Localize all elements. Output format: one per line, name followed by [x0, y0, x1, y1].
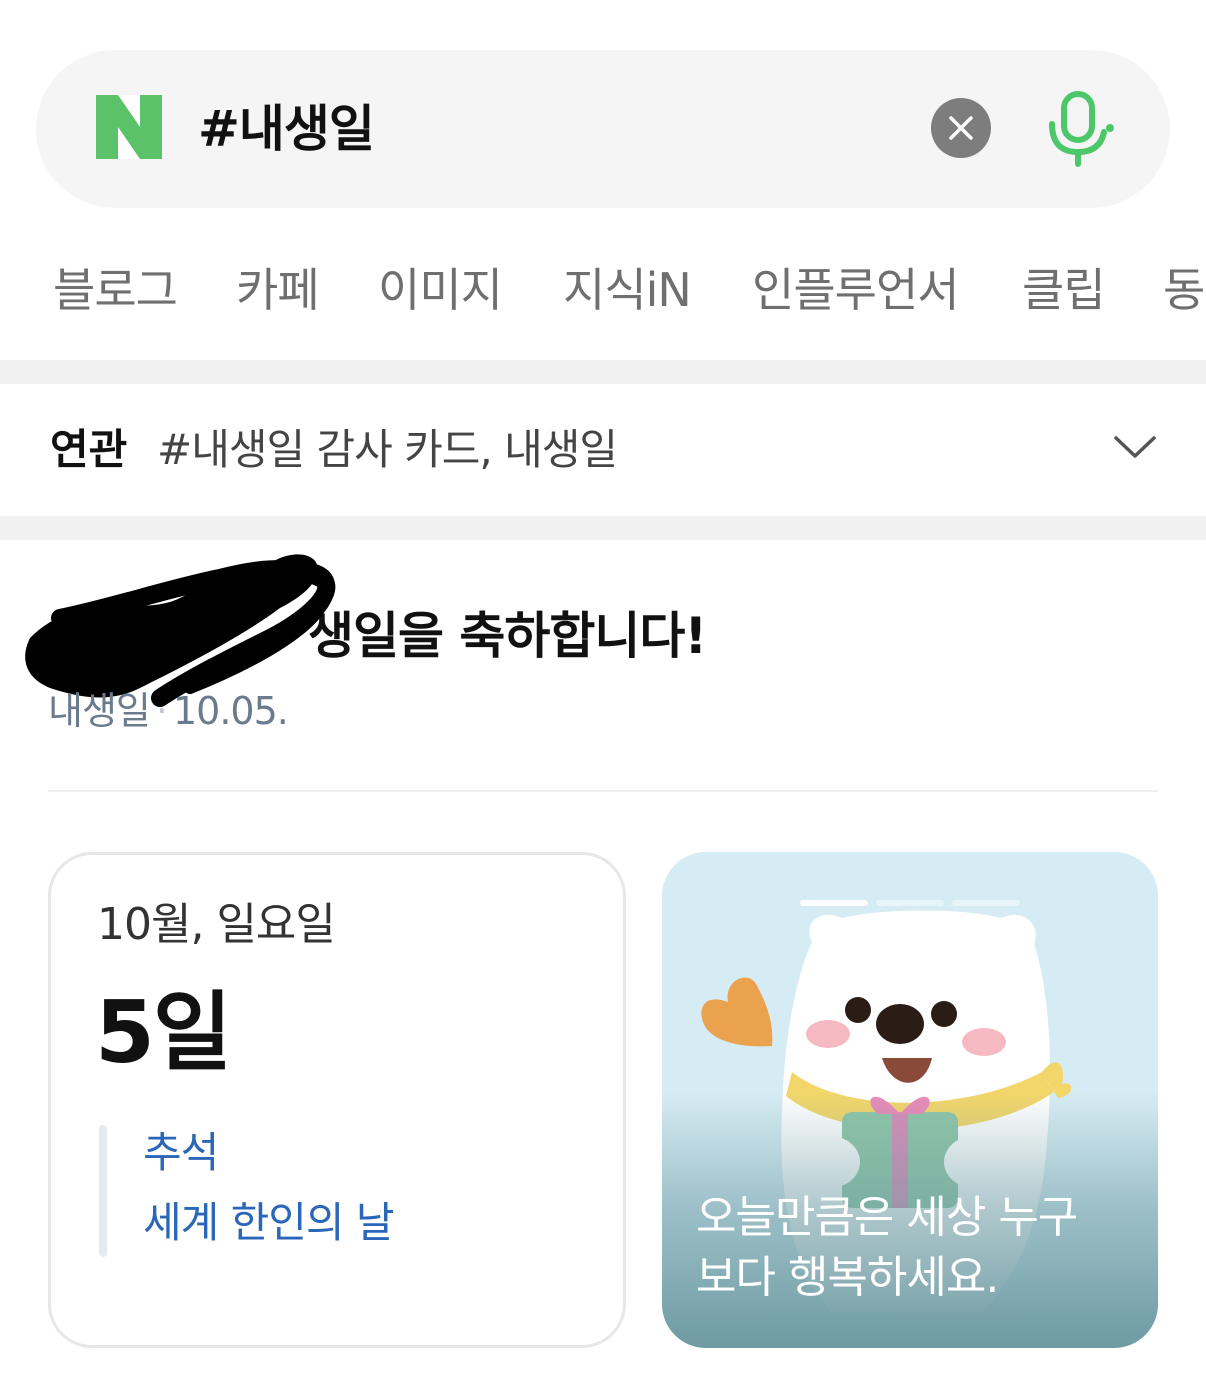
close-icon [949, 116, 973, 140]
search-query[interactable]: #내생일 [198, 94, 375, 164]
slide-indicator [876, 900, 944, 906]
slide-indicator-active [800, 900, 868, 906]
calendar-card[interactable]: 10월, 일요일 5일 추석 세계 한인의 날 [48, 852, 626, 1348]
divider [48, 790, 1158, 792]
birthday-photo-card[interactable]: 오늘만큼은 세상 누구 보다 행복하세요. [662, 852, 1158, 1348]
redaction-scribble [25, 554, 336, 707]
caption-line-1: 오늘만큼은 세상 누구 [696, 1192, 1078, 1243]
clear-search-button[interactable] [931, 98, 991, 158]
tab-kin[interactable]: 지식iN [563, 250, 692, 330]
category-tabs: 블로그 카페 이미지 지식iN 인플루언서 클립 동 [0, 250, 1206, 330]
slide-indicators [800, 900, 1020, 906]
microphone-icon[interactable] [1040, 88, 1116, 168]
section-divider [0, 516, 1206, 540]
tab-video[interactable]: 동 [1163, 250, 1205, 330]
event-bar [99, 1125, 107, 1257]
greeting-meta: 내생일 · 10.05. [48, 689, 289, 733]
tab-blog[interactable]: 블로그 [53, 250, 178, 330]
related-keywords[interactable]: #내생일 감사 카드, 내생일 [157, 418, 618, 482]
greeting-message: 생일을 축하합니다! [308, 607, 707, 665]
meta-date: 10.05. [172, 689, 289, 733]
related-label: 연관 [50, 425, 128, 474]
tab-cafe[interactable]: 카페 [236, 250, 320, 330]
calendar-event-korean-day[interactable]: 세계 한인의 날 [143, 1193, 395, 1253]
tab-influencer[interactable]: 인플루언서 [752, 250, 960, 330]
related-searches[interactable]: 연관 #내생일 감사 카드, 내생일 [0, 384, 1206, 516]
calendar-day: 5일 [95, 983, 232, 1083]
tab-clip[interactable]: 클립 [1022, 250, 1106, 330]
caption-line-2: 보다 행복하세요. [696, 1252, 999, 1303]
calendar-event-chuseok[interactable]: 추석 [143, 1123, 219, 1183]
calendar-month-weekday: 10월, 일요일 [97, 899, 336, 950]
search-bar[interactable]: #내생일 [36, 50, 1170, 208]
chevron-down-icon[interactable] [1112, 430, 1158, 464]
photo-caption: 오늘만큼은 세상 누구 보다 행복하세요. [696, 1188, 1136, 1308]
naver-logo-icon[interactable] [96, 95, 162, 159]
slide-indicator [952, 900, 1020, 906]
meta-source: 내생일 [48, 689, 151, 733]
section-divider [0, 360, 1206, 384]
search-results-page: #내생일 블로그 카페 이미지 지식iN 인플루언서 클립 동 연관 #내생일 … [0, 0, 1206, 1378]
tab-image[interactable]: 이미지 [378, 250, 503, 330]
